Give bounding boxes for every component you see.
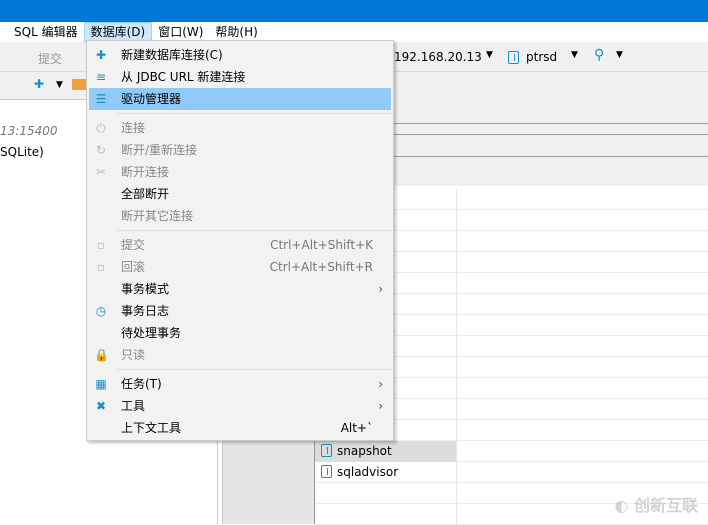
menu-item-label: 从 JDBC URL 新建连接 xyxy=(121,70,246,84)
menu-item-label: 事务日志 xyxy=(121,304,170,318)
menu-item-label: 断开其它连接 xyxy=(121,209,194,223)
folder-icon[interactable] xyxy=(72,79,86,90)
table-name-cell[interactable] xyxy=(315,483,457,504)
table-name: sqladvisor xyxy=(337,465,399,479)
menu-item-label: 断开/重新连接 xyxy=(121,143,198,157)
lock-icon: 🔒 xyxy=(94,348,109,362)
menu-item[interactable]: ✚ 新建数据库连接(C) xyxy=(89,44,391,66)
menu-item-label: 只读 xyxy=(121,348,146,362)
menu-help[interactable]: 帮助(H) xyxy=(209,22,263,42)
reconnect-icon: ↻ xyxy=(95,143,107,157)
database-selector[interactable]: ptrsd xyxy=(526,50,557,64)
menu-item[interactable]: ✖ 工具 › xyxy=(89,395,391,417)
menu-bar: SQL 编辑器 数据库(D) 窗口(W) 帮助(H) xyxy=(0,22,708,42)
menu-item-label: 全部断开 xyxy=(121,187,170,201)
menu-window[interactable]: 窗口(W) xyxy=(152,22,209,42)
watermark-logo: ◐ 创新互联 xyxy=(614,496,698,515)
menu-item-label: 待处理事务 xyxy=(121,326,182,340)
rollback-icon: ▫ xyxy=(96,260,106,274)
menu-sql-editor[interactable]: SQL 编辑器 xyxy=(8,22,84,42)
menu-item[interactable]: 🔒 只读 xyxy=(89,344,391,366)
database-gear-icon: ☰ xyxy=(95,92,107,106)
commit-button[interactable]: 提交 xyxy=(38,50,62,67)
table-icon xyxy=(321,444,332,457)
tasks-icon: ▦ xyxy=(95,377,107,391)
disconnect-icon: ✂ xyxy=(95,165,107,179)
plug-add-icon: ✚ xyxy=(95,48,107,62)
menu-item[interactable]: ▦ 任务(T) › xyxy=(89,373,391,395)
menu-item[interactable]: 上下文工具 Alt+` xyxy=(89,417,391,439)
menu-item-label: 工具 xyxy=(121,399,146,413)
table-row[interactable]: snapshot xyxy=(315,441,708,462)
menu-item[interactable]: ↻ 断开/重新连接 xyxy=(89,139,391,161)
menu-item[interactable]: 断开其它连接 xyxy=(89,205,391,227)
menu-item[interactable]: ≡ 从 JDBC URL 新建连接 xyxy=(89,66,391,88)
menu-item-label: 任务(T) xyxy=(121,377,162,391)
menu-item[interactable]: ▫ 回滚 Ctrl+Alt+Shift+R xyxy=(89,256,391,278)
commit-icon: ▫ xyxy=(96,238,106,252)
table-name: snapshot xyxy=(337,444,392,458)
menu-item-label: 断开连接 xyxy=(121,165,170,179)
menu-item-label: 新建数据库连接(C) xyxy=(121,48,223,62)
chevron-down-icon[interactable]: ▼ xyxy=(571,50,578,60)
menu-item[interactable]: ✂ 断开连接 xyxy=(89,161,391,183)
table-name-cell[interactable]: sqladvisor xyxy=(315,462,457,483)
menu-item[interactable]: ◷ 事务日志 xyxy=(89,300,391,322)
database-icon: ≡ xyxy=(95,70,107,84)
plug-icon: ⏻ xyxy=(96,121,106,135)
menu-item-shortcut: Ctrl+Alt+Shift+R xyxy=(269,260,373,274)
menu-item-label: 上下文工具 xyxy=(121,421,182,435)
table-icon xyxy=(321,465,332,478)
history-icon: ◷ xyxy=(95,304,107,318)
new-connection-icon[interactable]: ✚ xyxy=(34,77,44,91)
menu-item[interactable]: ▫ 提交 Ctrl+Alt+Shift+K xyxy=(89,234,391,256)
menu-item-label: 提交 xyxy=(121,238,146,252)
chevron-right-icon: › xyxy=(378,282,383,296)
menu-item-label: 事务模式 xyxy=(121,282,170,296)
menu-item-shortcut: Alt+` xyxy=(340,421,373,435)
menu-item[interactable]: ☰ 驱动管理器 xyxy=(89,88,391,110)
menu-item[interactable]: 待处理事务 xyxy=(89,322,391,344)
menu-item-label: 驱动管理器 xyxy=(121,92,182,106)
chevron-down-icon[interactable]: ▼ xyxy=(486,50,493,60)
tools-icon: ✖ xyxy=(95,399,107,413)
database-icon xyxy=(508,51,519,64)
table-name-cell[interactable]: snapshot xyxy=(315,441,457,462)
chevron-down-icon[interactable]: ▼ xyxy=(616,50,623,60)
host-selector[interactable]: 192.168.20.13 xyxy=(394,50,482,64)
connection-label[interactable]: 13:15400 xyxy=(0,124,58,138)
menu-item-label: 回滚 xyxy=(121,260,146,274)
table-name-cell[interactable] xyxy=(315,504,457,525)
menu-item-label: 连接 xyxy=(121,121,146,135)
menu-separator xyxy=(117,230,391,231)
chevron-right-icon: › xyxy=(378,399,383,413)
menu-database[interactable]: 数据库(D) xyxy=(83,22,153,42)
connection-label[interactable]: SQLite) xyxy=(0,145,44,159)
menu-separator xyxy=(117,113,391,114)
menu-item[interactable]: 全部断开 xyxy=(89,183,391,205)
menu-item[interactable]: ⏻ 连接 xyxy=(89,117,391,139)
search-icon[interactable]: ⚲ xyxy=(594,47,604,63)
database-menu-dropdown: ✚ 新建数据库连接(C) ≡ 从 JDBC URL 新建连接 ☰ 驱动管理器 ⏻ 连接 ↻ 断开/… xyxy=(86,40,394,441)
table-row[interactable]: sqladvisor xyxy=(315,462,708,483)
title-bar xyxy=(0,0,708,22)
menu-item-shortcut: Ctrl+Alt+Shift+K xyxy=(270,238,373,252)
chevron-down-icon[interactable]: ▼ xyxy=(56,80,63,90)
menu-item[interactable]: 事务模式 › xyxy=(89,278,391,300)
menu-separator xyxy=(117,369,391,370)
chevron-right-icon: › xyxy=(378,377,383,391)
